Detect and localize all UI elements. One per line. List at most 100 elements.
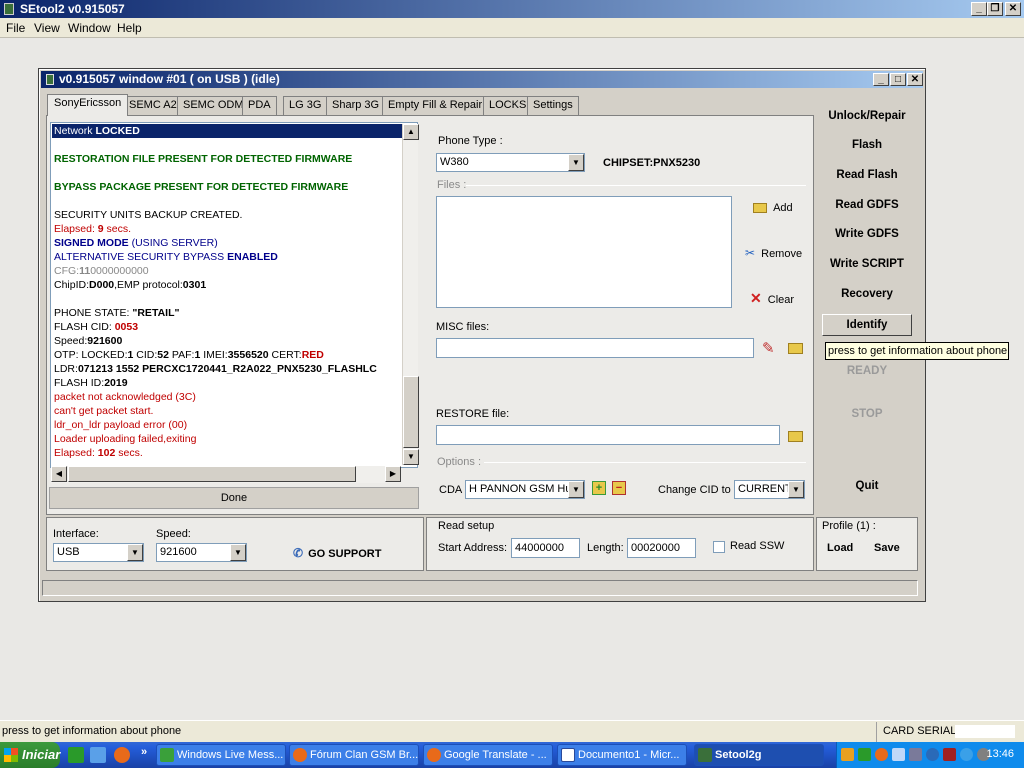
recovery-button[interactable]: Recovery <box>822 288 912 300</box>
restore-button[interactable]: ❐ <box>987 2 1003 16</box>
go-support-label: GO SUPPORT <box>308 548 382 560</box>
taskbar-button-forum[interactable]: Fórum Clan GSM Br... <box>289 744 419 766</box>
tab-semc-odm[interactable]: SEMC ODM <box>177 96 250 115</box>
remove-button[interactable]: ✂ Remove <box>745 246 802 260</box>
log-output[interactable]: Network LOCKED RESTORATION FILE PRESENT F… <box>50 122 418 468</box>
tray-icon[interactable] <box>960 748 973 761</box>
menu-file[interactable]: File <box>6 21 25 35</box>
scroll-left-button[interactable]: ◀ <box>51 466 67 482</box>
restore-file-input[interactable] <box>436 425 780 445</box>
scroll-up-button[interactable]: ▲ <box>403 124 419 140</box>
unlock-repair-button[interactable]: Unlock/Repair <box>822 110 912 122</box>
chevron-down-icon[interactable]: ▼ <box>788 481 804 498</box>
log-horizontal-scrollbar[interactable]: ◀ ▶ <box>51 466 401 483</box>
firefox-icon <box>293 748 307 762</box>
log-vertical-scrollbar[interactable]: ▲ ▼ <box>402 124 419 465</box>
child-close-button[interactable]: ✕ <box>907 73 923 86</box>
chevron-down-icon[interactable]: ▼ <box>230 544 246 561</box>
cda-label: CDA <box>439 484 463 496</box>
taskbar-button-messenger[interactable]: Windows Live Mess... <box>156 744 286 766</box>
start-button[interactable]: Iniciar <box>0 742 60 768</box>
tab-locks[interactable]: LOCKS <box>483 96 533 115</box>
tab-settings[interactable]: Settings <box>527 96 579 115</box>
quicklaunch-firefox-icon[interactable] <box>114 747 130 763</box>
interface-select[interactable]: USB ▼ <box>53 543 144 562</box>
stop-button[interactable]: STOP <box>822 408 912 420</box>
quit-button[interactable]: Quit <box>822 480 912 492</box>
write-gdfs-button[interactable]: Write GDFS <box>822 228 912 240</box>
remove-label: Remove <box>761 248 803 260</box>
tray-icon[interactable] <box>926 748 939 761</box>
tray-icon[interactable] <box>858 748 871 761</box>
start-address-input[interactable]: 44000000 <box>511 538 580 558</box>
tray-icon[interactable] <box>943 748 956 761</box>
read-ssw-checkbox[interactable] <box>713 541 725 553</box>
flash-button[interactable]: Flash <box>822 139 912 151</box>
taskbar-button-setool[interactable]: Setool2g <box>694 744 824 766</box>
chevron-down-icon[interactable]: ▼ <box>568 481 584 498</box>
cda-select[interactable]: H PANNON GSM Hun ▼ <box>465 480 585 499</box>
add-cda-icon[interactable]: + <box>592 481 606 495</box>
tray-icon[interactable] <box>909 748 922 761</box>
taskbar-button-translate[interactable]: Google Translate - ... <box>423 744 553 766</box>
windows-logo-icon <box>4 748 18 762</box>
speed-select[interactable]: 921600 ▼ <box>156 543 247 562</box>
menu-view[interactable]: View <box>34 21 60 35</box>
scroll-thumb[interactable] <box>403 376 419 448</box>
write-script-button[interactable]: Write SCRIPT <box>822 258 912 270</box>
quicklaunch-ie-icon[interactable] <box>90 747 106 763</box>
read-flash-button[interactable]: Read Flash <box>822 169 912 181</box>
progress-bar: Done <box>49 487 419 509</box>
tab-empty-fill-repair[interactable]: Empty Fill & Repair <box>382 96 489 115</box>
pencil-icon[interactable]: ✎ <box>762 339 775 357</box>
tab-lg-3g[interactable]: LG 3G <box>283 96 328 115</box>
menu-help[interactable]: Help <box>117 21 142 35</box>
interface-label: Interface: <box>53 528 99 540</box>
minimize-button[interactable]: _ <box>971 2 987 16</box>
clear-button[interactable]: ✕ Clear <box>750 290 794 307</box>
log-text: Elapsed: <box>54 447 98 459</box>
child-titlebar[interactable]: v0.915057 window #01 ( on USB ) (idle) _… <box>41 71 923 88</box>
tab-semc-a2[interactable]: SEMC A2 <box>123 96 183 115</box>
log-text: IMEI: <box>200 349 228 361</box>
change-cid-select[interactable]: CURRENT ▼ <box>734 480 805 499</box>
log-text: FLASH ID: <box>54 377 105 389</box>
chevron-down-icon[interactable]: ▼ <box>568 154 584 171</box>
taskbar-button-word[interactable]: Documento1 - Micr... <box>557 744 687 766</box>
child-maximize-button[interactable]: □ <box>890 73 906 86</box>
tray-icon[interactable] <box>841 748 854 761</box>
clear-label: Clear <box>767 294 795 306</box>
add-button[interactable]: Add <box>753 202 793 214</box>
go-support-button[interactable]: ✆ GO SUPPORT <box>293 546 381 560</box>
quicklaunch-icon[interactable] <box>68 747 84 763</box>
quicklaunch-more-icon[interactable]: » <box>141 746 147 758</box>
close-button[interactable]: ✕ <box>1005 2 1021 16</box>
read-gdfs-button[interactable]: Read GDFS <box>822 199 912 211</box>
tray-icon[interactable] <box>875 748 888 761</box>
scroll-right-button[interactable]: ▶ <box>385 466 401 482</box>
scroll-down-button[interactable]: ▼ <box>403 449 419 465</box>
child-window-icon <box>46 74 54 85</box>
misc-files-input[interactable] <box>436 338 754 358</box>
identify-button[interactable]: Identify <box>822 314 912 336</box>
profile-load-button[interactable]: Load <box>827 542 853 554</box>
phone-type-select[interactable]: W380 ▼ <box>436 153 585 172</box>
folder-icon[interactable] <box>788 343 803 354</box>
child-minimize-button[interactable]: _ <box>873 73 889 86</box>
app-titlebar[interactable]: SEtool2 v0.915057 <box>0 0 1024 18</box>
length-input[interactable]: 00020000 <box>627 538 696 558</box>
chevron-down-icon[interactable]: ▼ <box>127 544 143 561</box>
folder-icon[interactable] <box>788 431 803 442</box>
tab-pda[interactable]: PDA <box>242 96 277 115</box>
ready-button[interactable]: READY <box>822 365 912 377</box>
hscroll-thumb[interactable] <box>68 466 356 482</box>
profile-save-button[interactable]: Save <box>874 542 900 554</box>
menu-window[interactable]: Window <box>68 21 111 35</box>
tray-icon[interactable] <box>892 748 905 761</box>
tab-sharp-3g[interactable]: Sharp 3G <box>326 96 386 115</box>
log-text: RESTORATION FILE PRESENT FOR DETECTED FI… <box>54 153 353 165</box>
taskbar-button-label: Google Translate - ... <box>444 749 547 761</box>
files-list[interactable] <box>436 196 732 308</box>
tab-sonyericsson[interactable]: SonyEricsson <box>47 94 129 116</box>
remove-cda-icon[interactable]: − <box>612 481 626 495</box>
